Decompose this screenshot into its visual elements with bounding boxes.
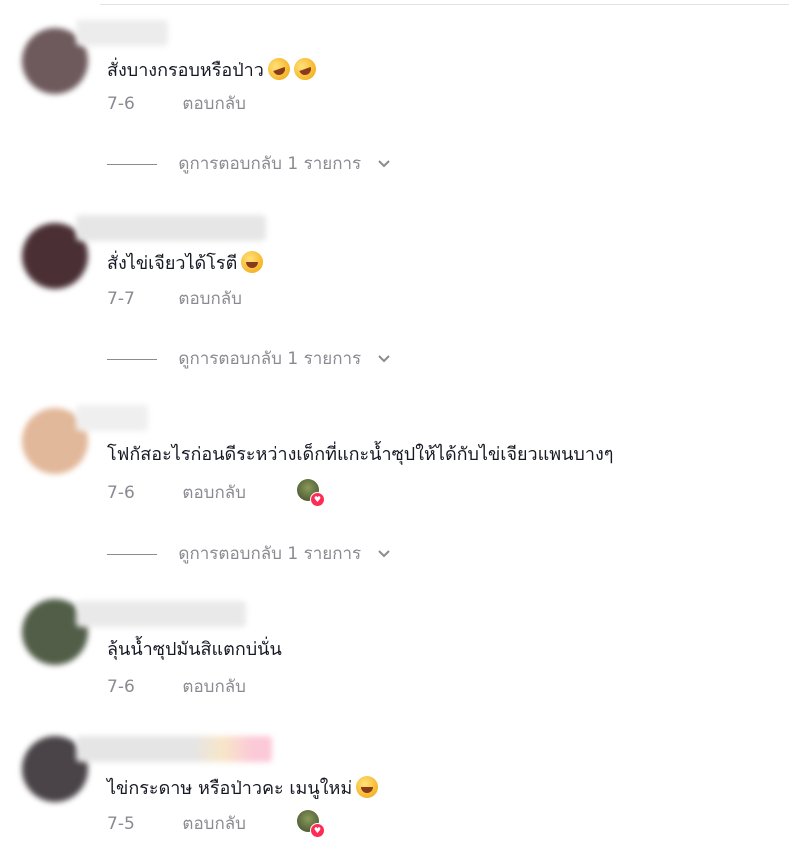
username-blurred[interactable] <box>76 736 272 762</box>
comment-text: ไข่กระดาษ หรือป่าวคะ เมนูใหม่ <box>107 776 379 801</box>
comment-text-content: โฟกัสอะไรก่อนดีระหว่างเด็กที่แกะน้ำซุปให… <box>107 444 614 465</box>
replies-divider-line <box>107 358 157 360</box>
view-replies-button[interactable]: ดูการตอบกลับ 1 รายการ <box>107 345 391 372</box>
grinning-squinting-emoji-icon <box>241 251 264 273</box>
username-blurred[interactable] <box>76 405 148 431</box>
reply-button[interactable]: ตอบกลับ <box>182 94 246 114</box>
reply-button[interactable]: ตอบกลับ <box>178 289 242 309</box>
comment-meta: 7-6 ตอบกลับ <box>107 673 246 700</box>
comment-meta: 7-5 ตอบกลับ <box>107 810 246 837</box>
replies-divider-line <box>107 163 157 165</box>
reply-button[interactable]: ตอบกลับ <box>182 483 246 503</box>
heart-icon: ♥ <box>310 492 325 507</box>
comment-text: สั่งไข่เจียวได้โรตี <box>107 251 264 276</box>
comment-date: 7-6 <box>107 483 135 503</box>
comment-text-content: สั่งไข่เจียวได้โรตี <box>107 253 238 274</box>
grinning-sweat-emoji-icon <box>356 776 379 798</box>
comment-date: 7-6 <box>107 677 135 697</box>
comment-date: 7-6 <box>107 94 135 114</box>
username-blurred[interactable] <box>76 601 246 627</box>
chevron-down-icon <box>377 355 390 363</box>
comment-date: 7-7 <box>107 289 135 309</box>
comment-text-content: ไข่กระดาษ หรือป่าวคะ เมนูใหม่ <box>107 778 353 799</box>
rolling-laughing-emoji-icon <box>290 54 319 84</box>
comment-text: โฟกัสอะไรก่อนดีระหว่างเด็กที่แกะน้ำซุปให… <box>107 443 613 467</box>
creator-liked-avatar: ♥ <box>297 479 325 507</box>
creator-liked-avatar: ♥ <box>297 810 325 838</box>
comment-text-content: ลุ้นน้ำซุปมันสิแตกบ่นั่น <box>107 639 282 660</box>
chevron-down-icon <box>377 550 390 558</box>
comment-meta: 7-7 ตอบกลับ <box>107 285 242 312</box>
reply-button[interactable]: ตอบกลับ <box>182 677 246 697</box>
comment-text: สั่งบางกรอบหรือป่าว <box>107 54 319 84</box>
replies-divider-line <box>107 553 157 555</box>
view-replies-label: ดูการตอบกลับ 1 รายการ <box>178 544 362 564</box>
username-blurred[interactable] <box>76 215 266 241</box>
heart-icon: ♥ <box>310 823 325 838</box>
comment-date: 7-5 <box>107 814 135 834</box>
comment-meta: 7-6 ตอบกลับ <box>107 90 246 117</box>
username-blurred[interactable] <box>76 20 168 46</box>
comment-text-content: สั่งบางกรอบหรือป่าว <box>107 60 264 81</box>
top-divider <box>100 4 789 5</box>
reply-button[interactable]: ตอบกลับ <box>182 814 246 834</box>
rolling-laughing-emoji-icon <box>264 54 293 84</box>
view-replies-button[interactable]: ดูการตอบกลับ 1 รายการ <box>107 150 391 177</box>
view-replies-label: ดูการตอบกลับ 1 รายการ <box>178 154 362 174</box>
view-replies-label: ดูการตอบกลับ 1 รายการ <box>178 349 362 369</box>
view-replies-button[interactable]: ดูการตอบกลับ 1 รายการ <box>107 540 391 567</box>
chevron-down-icon <box>377 160 390 168</box>
comment-text: ลุ้นน้ำซุปมันสิแตกบ่นั่น <box>107 638 282 662</box>
comment-meta: 7-6 ตอบกลับ <box>107 479 246 506</box>
